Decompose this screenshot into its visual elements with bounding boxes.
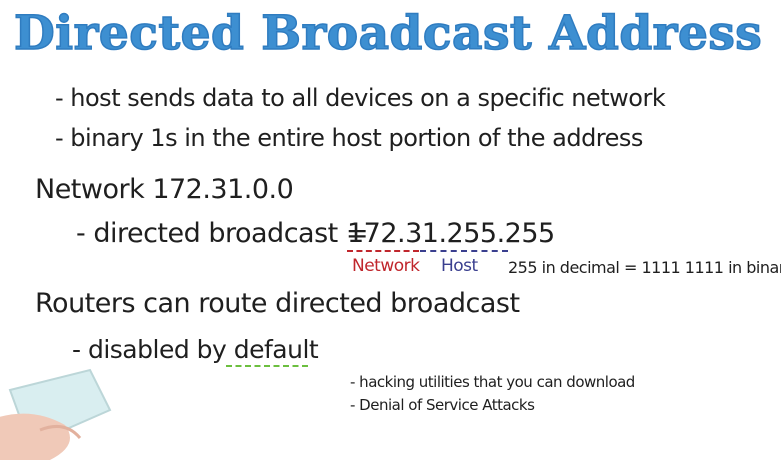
bullet-host-sends: - host sends data to all devices on a sp… xyxy=(55,84,666,112)
directed-broadcast-label: - directed broadcast = xyxy=(76,218,368,249)
directed-broadcast-ip: 172.31.255.255 xyxy=(347,218,555,249)
host-portion-underline xyxy=(420,250,508,252)
network-address-line: Network 172.31.0.0 xyxy=(35,174,294,205)
routers-line: Routers can route directed broadcast xyxy=(35,288,520,319)
hacking-note-dos: - Denial of Service Attacks xyxy=(350,396,535,414)
decimal-binary-note: 255 in decimal = 1111 1111 in binary xyxy=(508,258,781,277)
hand-with-marker-icon xyxy=(0,368,112,460)
network-portion-label: Network xyxy=(352,256,420,276)
hacking-note-utilities: - hacking utilities that you can downloa… xyxy=(350,373,635,391)
bullet-binary-ones: - binary 1s in the entire host portion o… xyxy=(55,124,643,152)
page-title: Directed Broadcast Address xyxy=(13,5,763,62)
host-portion-label: Host xyxy=(441,256,478,276)
network-portion-underline xyxy=(347,250,419,252)
default-underline xyxy=(226,365,308,367)
